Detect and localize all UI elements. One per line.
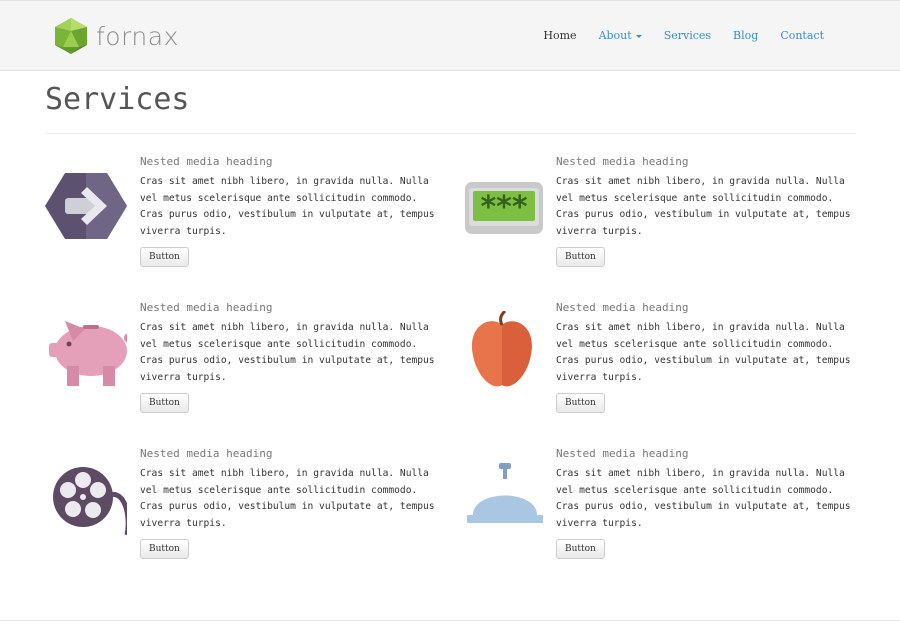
media-body: Nested media heading Cras sit amet nibh … (556, 301, 861, 413)
apple-icon (472, 311, 532, 387)
nav-home[interactable]: Home (543, 29, 576, 42)
brand-name: fornax (96, 21, 179, 51)
svg-text:***: *** (480, 190, 527, 225)
nav-about[interactable]: About (599, 29, 642, 42)
media-body: Nested media heading Cras sit amet nibh … (140, 447, 445, 559)
media-button[interactable]: Button (140, 539, 189, 559)
media-button[interactable]: Button (556, 393, 605, 413)
media-item: Nested media heading Cras sit amet nibh … (45, 447, 435, 577)
media-heading: Nested media heading (556, 301, 689, 314)
nav-blog[interactable]: Blog (733, 29, 758, 42)
media-text: Cras sit amet nibh libero, in gravida nu… (556, 322, 851, 383)
fornax-gem-icon (55, 18, 87, 54)
media-body: Nested media heading Cras sit amet nibh … (556, 447, 861, 559)
nav-contact[interactable]: Contact (780, 29, 824, 42)
arrow-hexagon-icon (45, 173, 127, 239)
media-text: Cras sit amet nibh libero, in gravida nu… (140, 468, 435, 529)
media-button[interactable]: Button (556, 247, 605, 267)
nav-about-label: About (598, 29, 632, 42)
media-text: Cras sit amet nibh libero, in gravida nu… (140, 322, 435, 383)
nav-services[interactable]: Services (664, 29, 711, 42)
media-text: Cras sit amet nibh libero, in gravida nu… (140, 176, 435, 237)
media-item: Nested media heading Cras sit amet nibh … (461, 447, 851, 577)
main-nav: Home About Services Blog Contact (521, 1, 824, 70)
media-body: Nested media heading Cras sit amet nibh … (140, 155, 445, 267)
media-item: Nested media heading Cras sit amet nibh … (45, 301, 435, 431)
password-icon: *** (465, 182, 543, 234)
navbar: fornax Home About Services Blog Contact (0, 0, 900, 71)
media-heading: Nested media heading (140, 301, 273, 314)
media-body: Nested media heading Cras sit amet nibh … (556, 155, 861, 267)
media-body: Nested media heading Cras sit amet nibh … (140, 301, 445, 413)
media-text: Cras sit amet nibh libero, in gravida nu… (556, 468, 851, 529)
media-item: *** Nested media heading Cras sit amet n… (461, 155, 851, 285)
media-button[interactable]: Button (140, 247, 189, 267)
caret-down-icon (635, 34, 642, 38)
piggy-bank-icon (49, 321, 127, 386)
media-button[interactable]: Button (556, 539, 605, 559)
media-button[interactable]: Button (140, 393, 189, 413)
brand-logo[interactable]: fornax (52, 17, 179, 55)
media-heading: Nested media heading (140, 155, 273, 168)
media-heading: Nested media heading (556, 155, 689, 168)
page-title: Services (45, 82, 190, 117)
title-divider (45, 133, 856, 134)
media-heading: Nested media heading (556, 447, 689, 460)
media-item: Nested media heading Cras sit amet nibh … (461, 301, 851, 431)
footer-divider (0, 620, 900, 621)
media-heading: Nested media heading (140, 447, 273, 460)
film-reel-icon (53, 467, 127, 535)
service-bell-icon (467, 463, 543, 523)
media-item: Nested media heading Cras sit amet nibh … (45, 155, 435, 285)
media-text: Cras sit amet nibh libero, in gravida nu… (556, 176, 851, 237)
